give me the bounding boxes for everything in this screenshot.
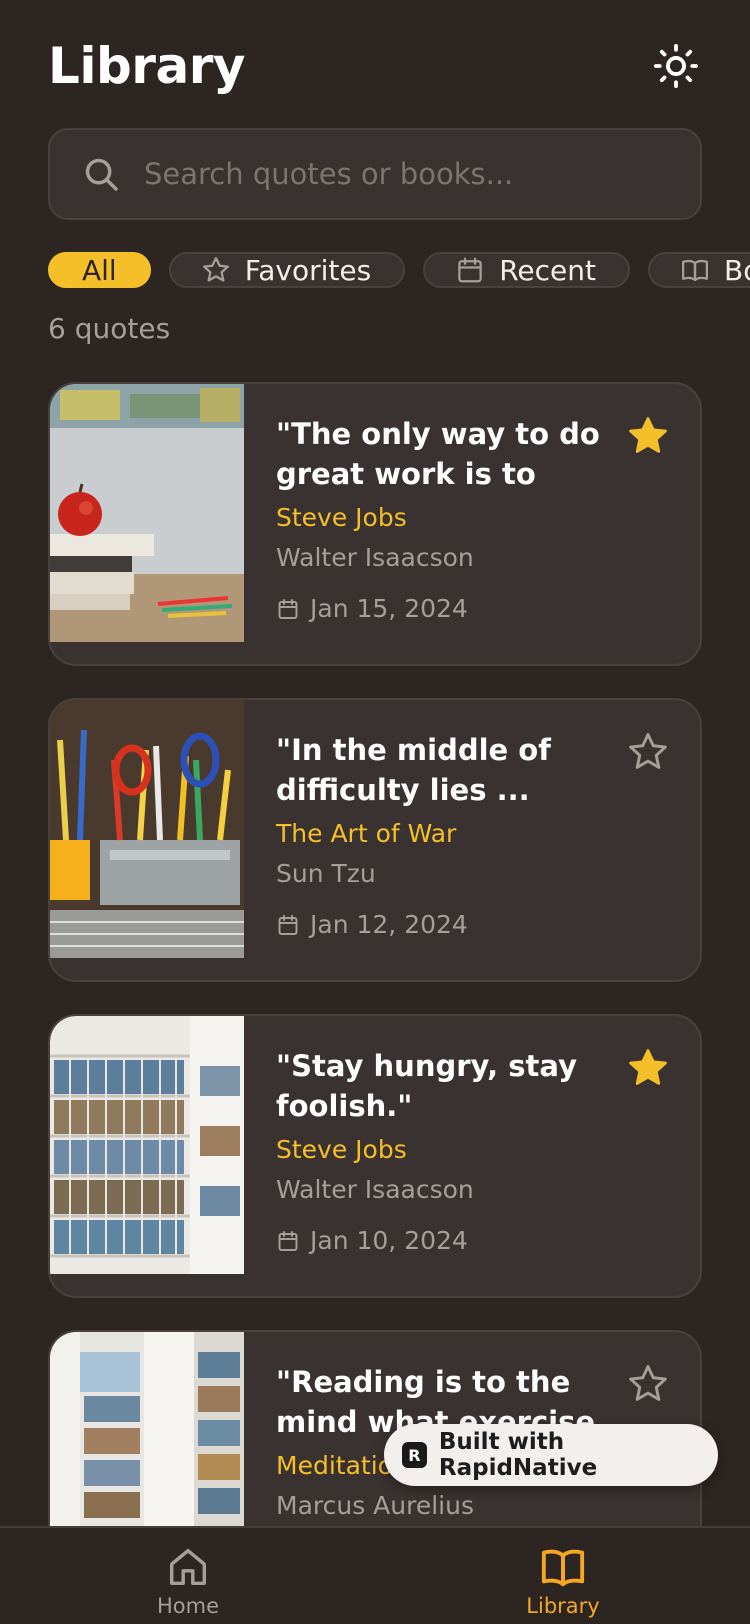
star-outline-icon[interactable] (626, 730, 670, 774)
apple-on-books-photo (50, 384, 244, 642)
filter-chip-label: Books (723, 253, 750, 287)
quote-card[interactable]: "Stay hungry, stay foolish." Steve Jobs … (48, 1014, 702, 1298)
search-bar[interactable] (48, 128, 702, 220)
tab-home[interactable]: Home (113, 1544, 263, 1618)
theme-toggle-button[interactable] (650, 40, 702, 92)
quote-text: "Stay hungry, stay foolish." (276, 1049, 578, 1123)
quote-card[interactable]: "The only way to do great work is to lov… (48, 382, 702, 666)
quote-author: Walter Isaacson (276, 1175, 474, 1204)
quote-card-body: "In the middle of difficulty lies ... Th… (276, 730, 676, 939)
quote-date: Jan 10, 2024 (276, 1226, 676, 1255)
tab-home-label: Home (156, 1594, 219, 1618)
quote-date-text: Jan 10, 2024 (310, 1226, 468, 1255)
sun-icon (653, 43, 699, 89)
filter-chip-books[interactable]: Books (647, 252, 750, 288)
quote-card[interactable]: "In the middle of difficulty lies ... Th… (48, 698, 702, 982)
star-icon (202, 257, 229, 282)
quote-card-body: "Stay hungry, stay foolish." Steve Jobs … (276, 1046, 676, 1255)
filter-chip-label: Recent (499, 253, 596, 287)
star-outline-icon[interactable] (626, 1362, 670, 1406)
filter-chips: All Favorites Recent Books (48, 252, 750, 288)
quote-source: The Art of War (276, 819, 457, 848)
filter-chip-label: All (82, 253, 117, 287)
filter-chip-favorites[interactable]: Favorites (168, 252, 406, 288)
quote-text: "The only way to do great work is to lov… (276, 417, 600, 491)
quote-date: Jan 12, 2024 (276, 910, 676, 939)
star-filled-icon[interactable] (626, 414, 670, 458)
quote-date-text: Jan 12, 2024 (310, 910, 468, 939)
rapidnative-logo-icon: R (402, 1442, 427, 1468)
page-title: Library (48, 37, 245, 95)
library-shelves-photo (50, 1016, 244, 1274)
tab-library-label: Library (526, 1594, 600, 1618)
book-icon (681, 259, 708, 282)
bottom-tab-bar: Home Library (0, 1526, 750, 1624)
quote-card-body: "The only way to do great work is to lov… (276, 414, 676, 623)
quote-count: 6 quotes (48, 312, 171, 345)
quote-date-text: Jan 15, 2024 (310, 594, 468, 623)
quote-text: "In the middle of difficulty lies ... (276, 733, 551, 807)
quote-author: Walter Isaacson (276, 543, 474, 572)
quote-author: Marcus Aurelius (276, 1491, 474, 1520)
quote-date: Jan 15, 2024 (276, 594, 676, 623)
filter-chip-recent[interactable]: Recent (423, 252, 630, 288)
header: Library (48, 36, 702, 96)
calendar-icon (278, 1230, 298, 1251)
search-input[interactable] (144, 157, 664, 191)
built-with-badge[interactable]: R Built with RapidNative (384, 1424, 718, 1486)
search-icon (85, 158, 118, 191)
tab-library[interactable]: Library (488, 1544, 638, 1618)
home-icon (169, 1548, 207, 1586)
calendar-icon (458, 257, 482, 283)
calendar-icon (278, 914, 298, 935)
pencil-cup-photo (50, 700, 244, 958)
quote-source: Steve Jobs (276, 1135, 407, 1164)
badge-label: Built with RapidNative (438, 1429, 598, 1481)
filter-chip-all[interactable]: All (48, 252, 151, 288)
quote-source: Steve Jobs (276, 503, 407, 532)
calendar-icon (278, 598, 298, 619)
filter-chip-label: Favorites (244, 253, 372, 287)
star-filled-icon[interactable] (626, 1046, 670, 1090)
book-open-icon (541, 1549, 585, 1587)
quote-author: Sun Tzu (276, 859, 376, 888)
